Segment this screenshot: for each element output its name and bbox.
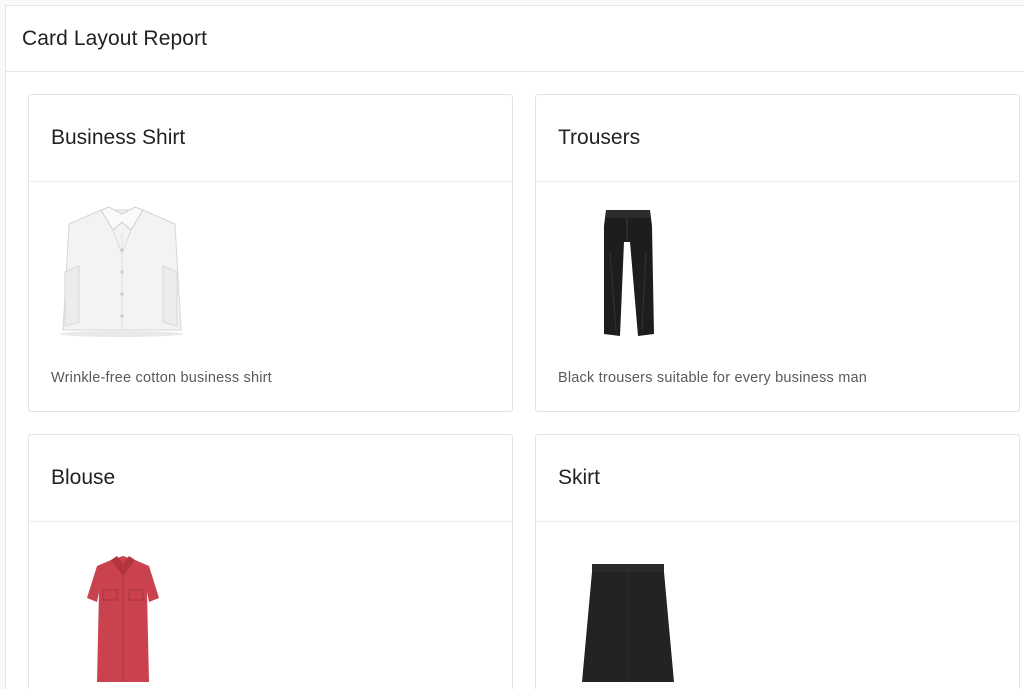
- card-title: Blouse: [51, 466, 116, 489]
- card-header: Business Shirt: [29, 95, 512, 182]
- product-card-blouse[interactable]: Blouse: [28, 434, 513, 689]
- white-shirt-icon: [51, 202, 191, 347]
- report-title: Card Layout Report: [22, 26, 208, 50]
- product-card-skirt[interactable]: Skirt: [535, 434, 1020, 689]
- card-title: Trousers: [558, 126, 641, 149]
- card-header: Trousers: [536, 95, 1019, 182]
- card-description: Wrinkle-free cotton business shirt: [51, 370, 272, 386]
- card-header: Blouse: [29, 435, 512, 522]
- card-header: Skirt: [536, 435, 1019, 522]
- black-skirt-icon: [558, 542, 698, 687]
- report-page: Card Layout Report Business Shirt Wrinkl…: [5, 5, 1024, 689]
- report-header: Card Layout Report: [6, 6, 1024, 72]
- black-trousers-icon: [558, 202, 698, 347]
- card-title: Business Shirt: [51, 126, 186, 149]
- product-card-trousers[interactable]: Trousers Black trousers suitable for eve…: [535, 94, 1020, 412]
- card-description: Black trousers suitable for every busine…: [558, 370, 867, 386]
- product-card-business-shirt[interactable]: Business Shirt Wrinkle-free cotton busin…: [28, 94, 513, 412]
- card-title: Skirt: [558, 466, 600, 489]
- red-blouse-icon: [51, 542, 191, 687]
